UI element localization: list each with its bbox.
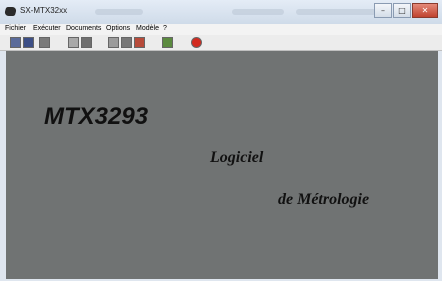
menu-executer[interactable]: Exécuter: [33, 25, 61, 32]
save-file-icon[interactable]: [23, 37, 34, 48]
minimize-button[interactable]: –: [374, 3, 392, 18]
subtitle-logiciel: Logiciel: [210, 149, 264, 166]
blurred-taskbar-region: [95, 9, 143, 15]
window-title: SX-MTX32xx: [20, 6, 68, 15]
calibration-icon[interactable]: [108, 37, 119, 48]
app-window: SX-MTX32xx – □ ✕ Fichier Exécuter Docume…: [0, 0, 442, 281]
info-icon[interactable]: [162, 37, 173, 48]
blurred-taskbar-region: [232, 9, 284, 15]
open-file-icon[interactable]: [10, 37, 21, 48]
measure-icon[interactable]: [81, 37, 92, 48]
menu-modele[interactable]: Modèle: [136, 25, 159, 32]
report-icon[interactable]: [121, 37, 132, 48]
window-controls: – □ ✕: [373, 3, 438, 18]
config-icon[interactable]: [68, 37, 79, 48]
menu-options[interactable]: Options: [106, 25, 130, 32]
maximize-button[interactable]: □: [393, 3, 411, 18]
title-bar[interactable]: SX-MTX32xx – □ ✕: [0, 0, 442, 25]
app-icon: [3, 7, 18, 16]
menu-bar: Fichier Exécuter Documents Options Modèl…: [0, 24, 442, 35]
print-icon[interactable]: [39, 37, 50, 48]
menu-documents[interactable]: Documents: [66, 25, 101, 32]
toolbar: [0, 35, 442, 51]
menu-help[interactable]: ?: [163, 25, 167, 32]
blurred-taskbar-region: [296, 9, 376, 15]
subtitle-metrologie: de Métrologie: [278, 191, 370, 208]
close-button[interactable]: ✕: [412, 3, 438, 18]
instrument-icon[interactable]: [134, 37, 145, 48]
product-title: MTX3293: [44, 103, 149, 130]
stop-icon[interactable]: [191, 37, 202, 48]
menu-fichier[interactable]: Fichier: [5, 25, 26, 32]
